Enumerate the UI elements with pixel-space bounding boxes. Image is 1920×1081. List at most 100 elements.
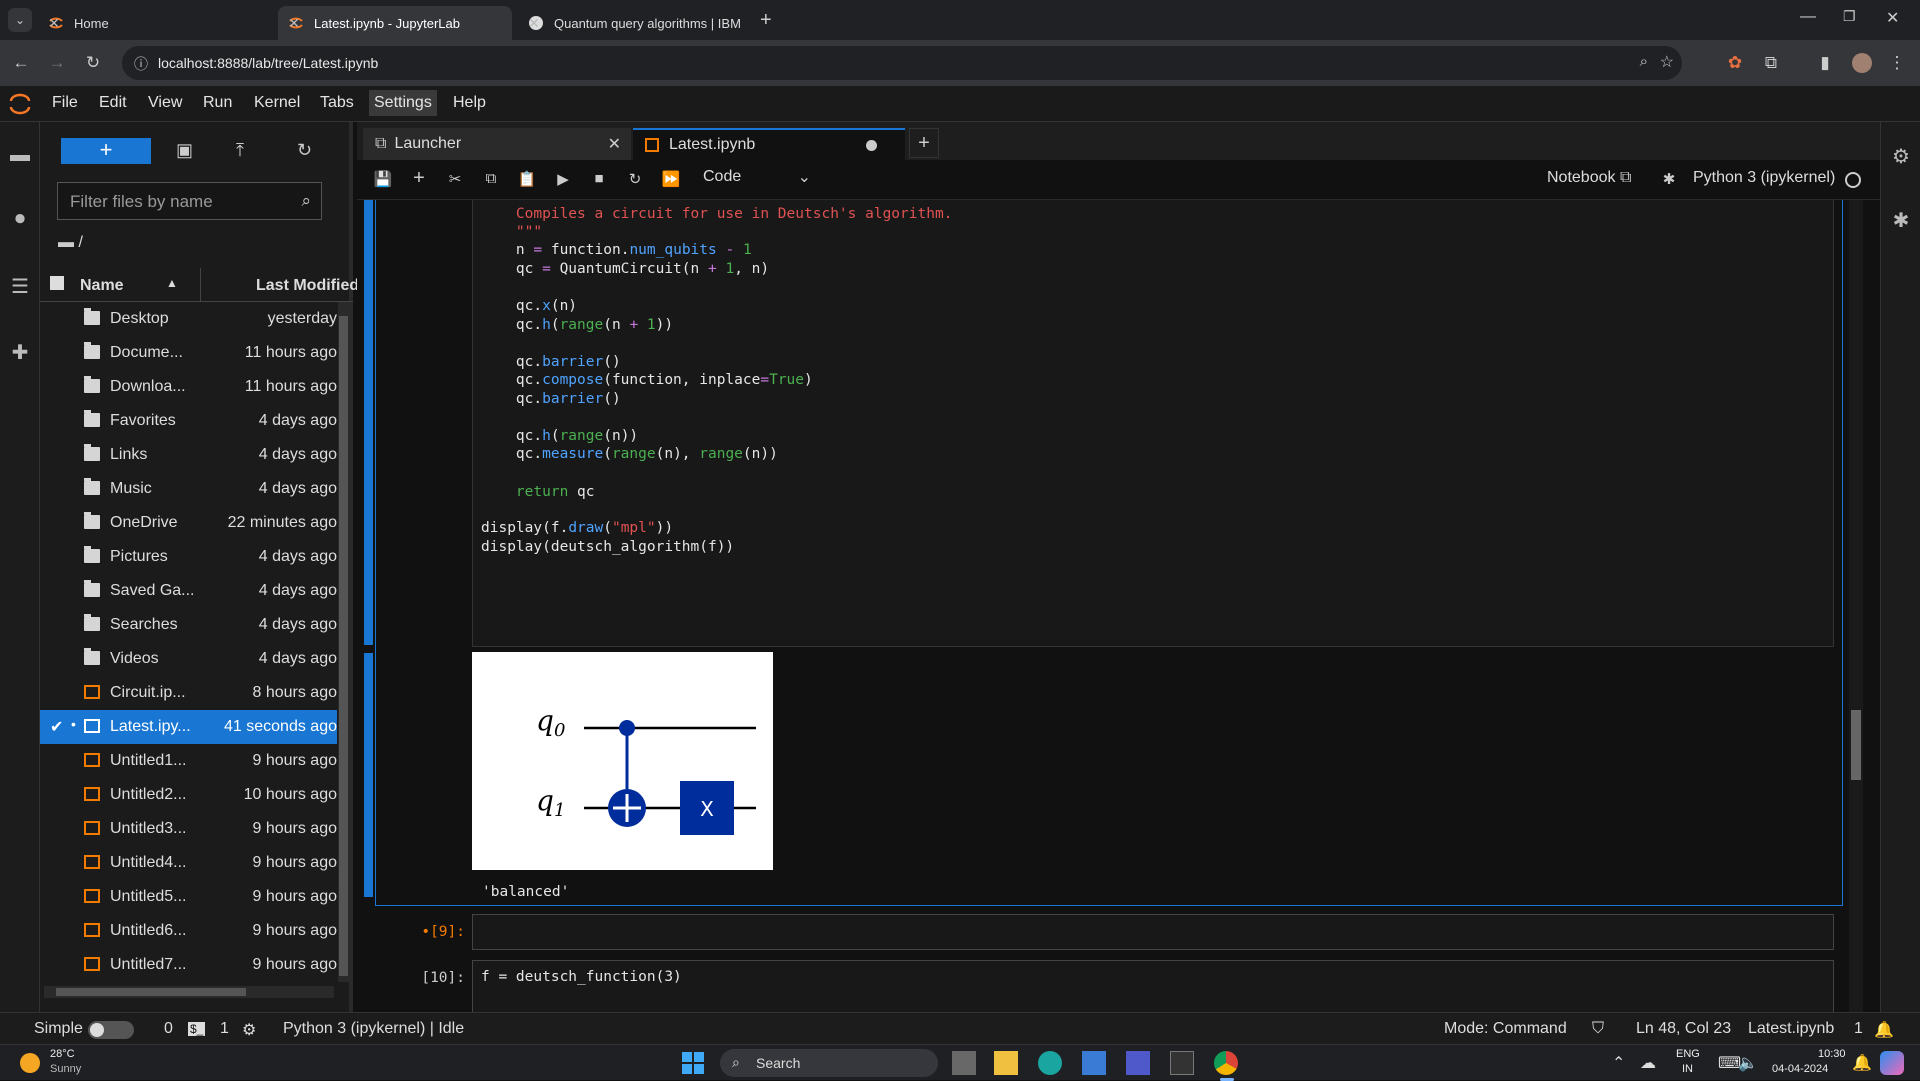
start-menu-icon[interactable] <box>681 1051 705 1075</box>
file-list-scrollbar[interactable] <box>338 302 349 982</box>
copy-icon[interactable]: ⧉ <box>481 170 501 190</box>
file-row[interactable]: ✔ • Latest.ipy... 41 seconds ago <box>40 710 337 744</box>
refresh-icon[interactable]: ↻ <box>297 140 312 161</box>
chrome-icon[interactable] <box>1214 1051 1238 1075</box>
tab-latest-notebook[interactable]: Latest.ipynb <box>633 128 905 160</box>
unsaved-dot-icon[interactable] <box>866 139 877 151</box>
tray-overflow-icon[interactable]: ⌃ <box>1612 1053 1625 1073</box>
run-icon[interactable]: ▶ <box>553 170 573 190</box>
new-folder-icon[interactable]: ▣ <box>176 140 193 161</box>
save-icon[interactable]: 💾 <box>373 170 393 190</box>
file-row[interactable]: Links 4 days ago <box>40 438 337 472</box>
clock-date[interactable]: 04-04-2024 <box>1772 1063 1828 1075</box>
minimize-button[interactable]: — <box>1800 8 1816 26</box>
terminal-app-icon[interactable] <box>1170 1051 1194 1075</box>
menu-run[interactable]: Run <box>199 94 236 112</box>
kernel-name-button[interactable]: Python 3 (ipykernel) <box>1693 169 1835 187</box>
puzzle-icon[interactable]: ⧉ <box>1760 52 1782 74</box>
kernel-count[interactable]: 1 <box>220 1020 229 1038</box>
notebook-scrollbar[interactable] <box>1849 200 1863 1012</box>
insert-cell-icon[interactable]: + <box>409 167 429 189</box>
more-menu-icon[interactable]: ⋮ <box>1886 52 1908 74</box>
tab-search-button[interactable]: ⌄ <box>8 8 32 32</box>
url-field[interactable]: ⓘ localhost:8888/lab/tree/Latest.ipynb ⌕… <box>122 46 1682 80</box>
file-row[interactable]: Untitled2... 10 hours ago <box>40 778 337 812</box>
column-modified-header[interactable]: Last Modified <box>256 277 359 295</box>
running-icon[interactable]: ⏺ <box>8 208 32 232</box>
file-row[interactable]: Untitled4... 9 hours ago <box>40 846 337 880</box>
sidepanel-icon[interactable]: ▮ <box>1814 52 1836 74</box>
task-view-icon[interactable] <box>952 1051 976 1075</box>
store-icon[interactable] <box>1082 1051 1106 1075</box>
cursor-position[interactable]: Ln 48, Col 23 <box>1636 1020 1731 1038</box>
paste-icon[interactable]: 📋 <box>517 170 537 190</box>
kernel-status[interactable]: Python 3 (ipykernel) | Idle <box>283 1020 464 1038</box>
file-row[interactable]: Circuit.ip... 8 hours ago <box>40 676 337 710</box>
file-row[interactable]: Desktop yesterday <box>40 302 337 336</box>
file-row[interactable]: Untitled1... 9 hours ago <box>40 744 337 778</box>
file-row[interactable]: Untitled3... 9 hours ago <box>40 812 337 846</box>
scroll-thumb[interactable] <box>339 316 348 976</box>
cell-type-select[interactable]: Code ⌄ <box>703 168 811 186</box>
forward-icon[interactable]: → <box>46 52 68 74</box>
folder-icon[interactable]: ▬ <box>8 144 32 168</box>
close-icon[interactable]: ✕ <box>526 15 542 32</box>
file-explorer-icon[interactable] <box>994 1051 1018 1075</box>
extension-icon[interactable]: ✿ <box>1724 52 1746 74</box>
code-editor[interactable]: Compiles a circuit for use in Deutsch's … <box>472 200 1834 647</box>
debugger-icon[interactable]: ✱ <box>1889 208 1913 232</box>
bookmark-star-icon[interactable]: ☆ <box>1660 52 1674 72</box>
file-row[interactable]: Untitled5... 9 hours ago <box>40 880 337 914</box>
file-row[interactable]: OneDrive 22 minutes ago <box>40 506 337 540</box>
close-icon[interactable]: ✕ <box>286 15 302 32</box>
zoom-icon[interactable]: ⌕ <box>1640 53 1648 70</box>
breadcrumb[interactable]: ▬ / <box>58 234 83 252</box>
reload-icon[interactable]: ↻ <box>82 52 104 74</box>
teams-icon[interactable] <box>1126 1051 1150 1075</box>
lang-eng[interactable]: ENG <box>1676 1048 1700 1060</box>
run-all-icon[interactable]: ⏩ <box>661 170 681 190</box>
simple-mode-toggle[interactable] <box>88 1021 134 1039</box>
bell-icon[interactable]: 🔔 <box>1874 1020 1894 1040</box>
volume-icon[interactable]: 🔈 <box>1738 1053 1758 1073</box>
scroll-thumb[interactable] <box>1851 710 1861 780</box>
browser-tab-latest[interactable]: Latest.ipynb - JupyterLab ✕ <box>278 6 512 40</box>
open-notebook-button[interactable]: Notebook ⧉ <box>1547 169 1631 187</box>
file-row[interactable]: Searches 4 days ago <box>40 608 337 642</box>
select-all-checkbox[interactable] <box>50 276 64 290</box>
file-row[interactable]: Music 4 days ago <box>40 472 337 506</box>
taskbar-search-box[interactable]: ⌕ Search <box>720 1049 938 1077</box>
cut-icon[interactable]: ✂ <box>445 170 465 190</box>
weather-sun-icon[interactable] <box>20 1053 40 1073</box>
restore-button[interactable]: ❐ <box>1843 8 1856 25</box>
notebook-panel[interactable]: Compiles a circuit for use in Deutsch's … <box>357 200 1880 1012</box>
tab-launcher[interactable]: ⧉ Launcher ✕ <box>363 128 631 160</box>
close-icon[interactable]: ✕ <box>608 134 621 154</box>
edge-icon[interactable] <box>1038 1051 1062 1075</box>
restart-icon[interactable]: ↻ <box>625 170 645 190</box>
new-tab-button[interactable]: + <box>760 9 772 32</box>
terminal-count[interactable]: 0 <box>164 1020 173 1038</box>
clock-time[interactable]: 10:30 <box>1818 1048 1846 1060</box>
file-row[interactable]: Untitled7... 9 hours ago <box>40 948 337 982</box>
browser-tab-home[interactable]: Home ✕ <box>38 6 272 40</box>
window-close-button[interactable]: ✕ <box>1886 8 1899 28</box>
menu-tabs[interactable]: Tabs <box>316 94 358 112</box>
add-tab-button[interactable]: + <box>909 128 939 158</box>
lang-in[interactable]: IN <box>1682 1063 1693 1075</box>
close-icon[interactable]: ✕ <box>46 15 62 32</box>
property-inspector-icon[interactable]: ⚙ <box>1889 144 1913 168</box>
stop-icon[interactable]: ■ <box>589 170 609 190</box>
cell-9-editor[interactable] <box>472 914 1834 950</box>
new-launcher-button[interactable]: + <box>61 138 151 164</box>
file-row[interactable]: Saved Ga... 4 days ago <box>40 574 337 608</box>
profile-avatar[interactable] <box>1852 53 1872 73</box>
file-row[interactable]: Untitled6... 9 hours ago <box>40 914 337 948</box>
browser-tab-ibm[interactable]: Quantum query algorithms | IBM ✕ <box>518 6 752 40</box>
shield-icon[interactable]: ⛉ <box>1592 1020 1604 1038</box>
onedrive-icon[interactable]: ☁ <box>1640 1053 1656 1073</box>
copilot-icon[interactable] <box>1880 1051 1904 1075</box>
file-row[interactable]: Videos 4 days ago <box>40 642 337 676</box>
notification-bell-icon[interactable]: 🔔 <box>1852 1053 1872 1073</box>
menu-view[interactable]: View <box>144 94 186 112</box>
